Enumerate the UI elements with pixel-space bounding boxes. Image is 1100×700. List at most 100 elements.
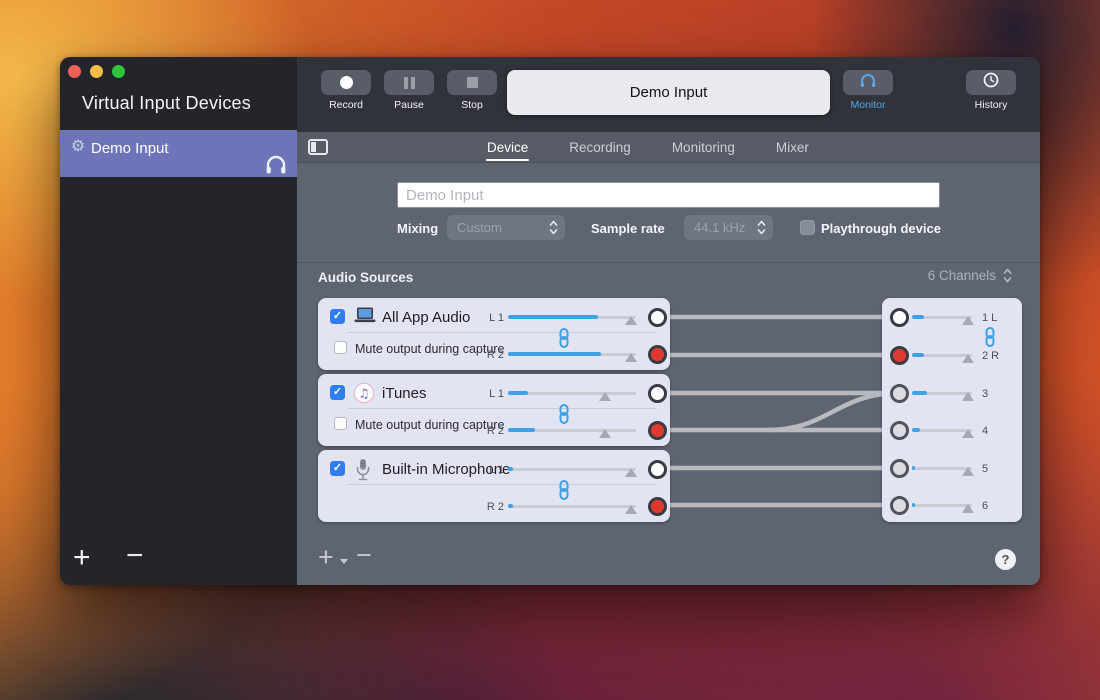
slider-thumb[interactable] xyxy=(962,467,974,476)
source-panel-all-app-audio: All App Audio Mute output during capture… xyxy=(318,298,670,370)
output-connector-left[interactable] xyxy=(648,308,667,327)
input-connector-ch4[interactable] xyxy=(890,421,909,440)
volume-slider[interactable] xyxy=(508,498,636,514)
channel-label: 4 xyxy=(982,425,988,437)
tab-device[interactable]: Device xyxy=(487,140,528,155)
toolbar: Record Pause Stop Demo Input xyxy=(297,57,1040,132)
channels-selector[interactable]: 6 Channels xyxy=(928,268,1012,283)
sidebar: Virtual Input Devices Demo Input + − xyxy=(60,57,297,585)
output-connector-right[interactable] xyxy=(648,497,667,516)
level-meter xyxy=(912,353,924,357)
volume-slider[interactable] xyxy=(912,309,972,325)
help-button[interactable]: ? xyxy=(995,549,1016,570)
device-title-button[interactable]: Demo Input xyxy=(507,70,830,115)
monitor-button[interactable]: Monitor xyxy=(840,70,896,111)
history-button[interactable]: History xyxy=(963,70,1019,111)
sample-rate-value: 44.1 kHz xyxy=(694,220,745,235)
sample-rate-dropdown[interactable]: 44.1 kHz xyxy=(684,215,773,240)
tab-mixer[interactable]: Mixer xyxy=(776,140,809,155)
zoom-button[interactable] xyxy=(112,65,125,78)
sidebar-footer: + − xyxy=(60,543,297,577)
mixing-dropdown[interactable]: Custom xyxy=(447,215,565,240)
mixing-label: Mixing xyxy=(397,221,438,236)
source-enabled-checkbox[interactable] xyxy=(330,385,345,400)
volume-slider[interactable] xyxy=(508,309,636,325)
output-connector-left[interactable] xyxy=(648,460,667,479)
headphones-icon xyxy=(264,153,288,175)
add-source-chevron-icon[interactable] xyxy=(340,559,348,564)
microphone-icon xyxy=(353,458,377,480)
output-connector-right[interactable] xyxy=(648,345,667,364)
output-connector-left[interactable] xyxy=(648,384,667,403)
tab-recording[interactable]: Recording xyxy=(569,140,631,155)
volume-slider[interactable] xyxy=(912,385,972,401)
stepper-icon xyxy=(549,220,558,235)
level-meter xyxy=(912,503,915,507)
slider-thumb[interactable] xyxy=(625,505,637,514)
source-enabled-checkbox[interactable] xyxy=(330,309,345,324)
volume-slider[interactable] xyxy=(912,497,972,513)
history-label: History xyxy=(963,99,1019,111)
source-enabled-checkbox[interactable] xyxy=(330,461,345,476)
slider-thumb[interactable] xyxy=(962,392,974,401)
record-button[interactable]: Record xyxy=(320,70,372,111)
mixing-value: Custom xyxy=(457,220,502,235)
channel-label: R 2 xyxy=(478,349,504,361)
volume-slider[interactable] xyxy=(912,422,972,438)
slider-thumb[interactable] xyxy=(599,392,611,401)
playthrough-checkbox[interactable] xyxy=(800,220,815,235)
volume-slider[interactable] xyxy=(508,385,636,401)
remove-source-button[interactable]: − xyxy=(356,542,372,569)
mute-checkbox[interactable] xyxy=(334,417,347,430)
mute-checkbox[interactable] xyxy=(334,341,347,354)
source-panel-builtin-microphone: Built-in Microphone L 1 R 2 xyxy=(318,450,670,522)
sidebar-item-label: Demo Input xyxy=(91,140,169,157)
add-source-button[interactable]: + xyxy=(318,544,334,571)
playthrough-label: Playthrough device xyxy=(821,221,941,236)
slider-thumb[interactable] xyxy=(962,504,974,513)
volume-slider[interactable] xyxy=(508,422,636,438)
tab-monitoring[interactable]: Monitoring xyxy=(672,140,735,155)
channel-label: L 1 xyxy=(478,312,504,324)
output-connector-right[interactable] xyxy=(648,421,667,440)
stop-button[interactable]: Stop xyxy=(446,70,498,111)
slider-thumb[interactable] xyxy=(625,353,637,362)
volume-slider[interactable] xyxy=(912,347,972,363)
slider-thumb[interactable] xyxy=(962,316,974,325)
input-connector-ch3[interactable] xyxy=(890,384,909,403)
volume-slider[interactable] xyxy=(912,460,972,476)
close-button[interactable] xyxy=(68,65,81,78)
volume-slider[interactable] xyxy=(508,461,636,477)
sample-rate-label: Sample rate xyxy=(591,221,665,236)
channel-label: L 1 xyxy=(478,388,504,400)
slider-thumb[interactable] xyxy=(599,429,611,438)
input-connector-ch5[interactable] xyxy=(890,459,909,478)
pause-button[interactable]: Pause xyxy=(383,70,435,111)
device-name-input[interactable] xyxy=(397,182,940,208)
stepper-icon xyxy=(757,220,766,235)
minimize-button[interactable] xyxy=(90,65,103,78)
input-connector-ch6[interactable] xyxy=(890,496,909,515)
input-connector-ch1[interactable] xyxy=(890,308,909,327)
remove-device-button[interactable]: − xyxy=(126,541,144,571)
panel-divider xyxy=(348,332,656,333)
traffic-lights xyxy=(68,65,125,78)
stop-icon xyxy=(467,77,478,88)
channel-label: 6 xyxy=(982,500,988,512)
input-connector-ch2[interactable] xyxy=(890,346,909,365)
add-device-button[interactable]: + xyxy=(73,543,91,573)
link-channels-icon[interactable] xyxy=(983,327,997,352)
volume-slider[interactable] xyxy=(508,346,636,362)
slider-thumb[interactable] xyxy=(962,429,974,438)
svg-text:♫: ♫ xyxy=(358,386,369,401)
record-label: Record xyxy=(320,99,372,111)
sidebar-item-demo-input[interactable]: Demo Input xyxy=(60,130,297,177)
slider-thumb[interactable] xyxy=(625,316,637,325)
slider-thumb[interactable] xyxy=(962,354,974,363)
channel-label: R 2 xyxy=(478,425,504,437)
level-meter xyxy=(508,504,513,508)
level-meter xyxy=(912,428,920,432)
slider-thumb[interactable] xyxy=(625,468,637,477)
sidebar-toggle-icon[interactable] xyxy=(308,139,328,155)
level-meter xyxy=(912,391,927,395)
